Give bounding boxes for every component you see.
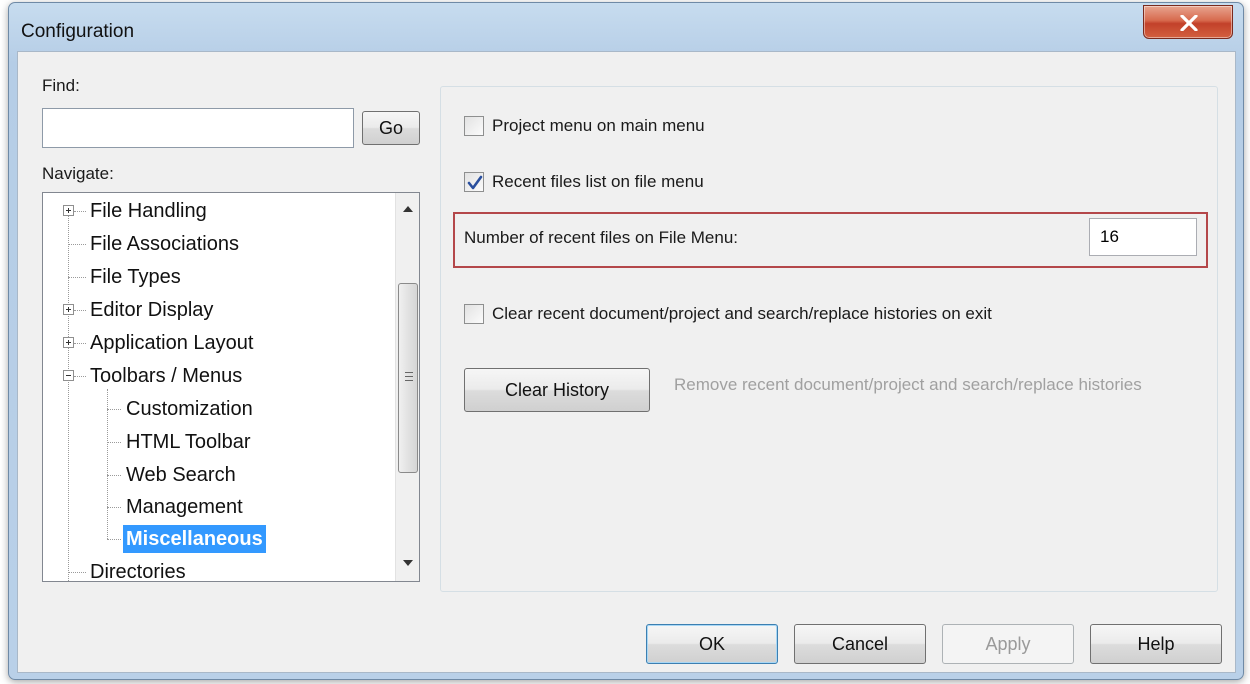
tree-line (107, 389, 108, 539)
tree-scrollbar[interactable] (395, 193, 419, 581)
checkmark-icon (467, 175, 483, 190)
tree-item-html-toolbar[interactable]: HTML Toolbar (123, 428, 254, 456)
title-bar: Configuration (9, 3, 1243, 51)
tree-line (68, 207, 69, 581)
find-label: Find: (42, 76, 80, 95)
tree-line (74, 310, 86, 311)
expand-icon[interactable] (63, 304, 74, 315)
configuration-dialog: Configuration Find: Go Navigate: File Ha… (8, 2, 1244, 680)
tree-line (107, 539, 121, 540)
tree-item-file-types[interactable]: File Types (87, 263, 184, 291)
project-menu-option[interactable]: Project menu on main menu (464, 116, 705, 136)
tree-line (68, 277, 86, 278)
options-panel (440, 86, 1218, 592)
clear-on-exit-option[interactable]: Clear recent document/project and search… (464, 304, 992, 324)
tree-item-toolbars-menus[interactable]: Toolbars / Menus (87, 362, 245, 390)
clear-history-button[interactable]: Clear History (464, 368, 650, 412)
tree-item-file-associations[interactable]: File Associations (87, 230, 242, 258)
clear-on-exit-label: Clear recent document/project and search… (492, 304, 992, 323)
tree-item-miscellaneous[interactable]: Miscellaneous (123, 525, 266, 553)
apply-button[interactable]: Apply (942, 624, 1074, 664)
recent-files-label: Recent files list on file menu (492, 172, 704, 191)
ok-button[interactable]: OK (646, 624, 778, 664)
close-icon (1180, 15, 1198, 31)
dialog-title: Configuration (21, 21, 135, 42)
expand-icon[interactable] (63, 205, 74, 216)
tree-line (68, 244, 86, 245)
tree-item-file-handling[interactable]: File Handling (87, 197, 210, 225)
tree-item-management[interactable]: Management (123, 493, 246, 521)
tree-line (74, 211, 86, 212)
clear-on-exit-checkbox[interactable] (464, 304, 484, 324)
tree-line (107, 507, 121, 508)
collapse-icon[interactable] (63, 370, 74, 381)
project-menu-checkbox[interactable] (464, 116, 484, 136)
tree-line (74, 343, 86, 344)
tree-item-customization[interactable]: Customization (123, 395, 256, 423)
scroll-down-icon[interactable] (402, 559, 414, 567)
dialog-body: Find: Go Navigate: File Handling File As… (17, 51, 1236, 673)
tree-item-web-search[interactable]: Web Search (123, 461, 239, 489)
tree-item-application-layout[interactable]: Application Layout (87, 329, 256, 357)
help-button[interactable]: Help (1090, 624, 1222, 664)
tree-line (107, 442, 121, 443)
num-recent-input[interactable] (1089, 218, 1197, 256)
tree-line (74, 376, 86, 377)
tree-line (107, 409, 121, 410)
tree-line (68, 572, 86, 573)
tree-line (107, 475, 121, 476)
navigate-tree[interactable]: File Handling File Associations File Typ… (42, 192, 420, 582)
scroll-up-icon[interactable] (402, 205, 414, 213)
navigate-label: Navigate: (42, 164, 114, 183)
grip-line (405, 380, 413, 381)
project-menu-label: Project menu on main menu (492, 116, 705, 135)
tree-item-directories[interactable]: Directories (87, 558, 189, 581)
num-recent-label: Number of recent files on File Menu: (464, 228, 739, 247)
go-button[interactable]: Go (362, 111, 420, 145)
tree-item-editor-display[interactable]: Editor Display (87, 296, 216, 324)
grip-line (405, 376, 413, 377)
grip-line (405, 372, 413, 373)
expand-icon[interactable] (63, 337, 74, 348)
recent-files-checkbox[interactable] (464, 172, 484, 192)
find-input[interactable] (42, 108, 354, 148)
clear-history-description: Remove recent document/project and searc… (674, 375, 1142, 394)
recent-files-option[interactable]: Recent files list on file menu (464, 172, 704, 192)
close-button[interactable] (1143, 5, 1233, 39)
scroll-thumb[interactable] (398, 283, 418, 473)
cancel-button[interactable]: Cancel (794, 624, 926, 664)
